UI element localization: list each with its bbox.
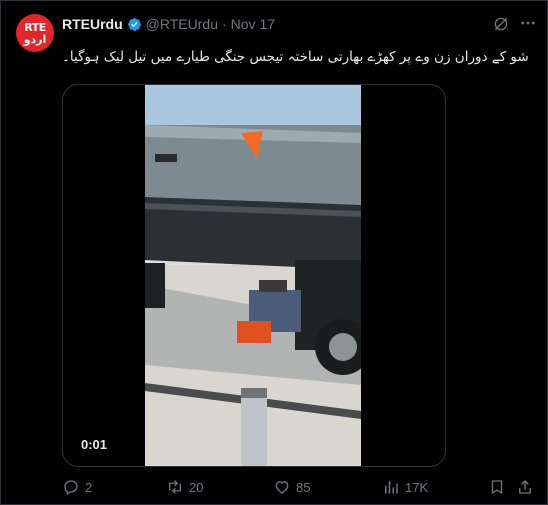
avatar-text-urdu: اردو [23,32,47,46]
verified-badge-icon [127,17,141,31]
tweet-text-content: 2025 دبئی ایئر شو کے دوران زن وے پر کھڑے… [62,49,532,65]
heart-icon [275,481,289,494]
share-button[interactable] [516,476,534,498]
video-player[interactable]: 0:01 [62,84,446,467]
views-count: 17K [405,479,429,495]
avatar[interactable]: RTE اردو [16,14,54,52]
grok-icon[interactable] [492,15,510,33]
video-frame [145,85,361,466]
author-handle[interactable]: @RTEUrdu [146,16,218,32]
avatar-text-rte: RTE [24,20,46,34]
reply-button[interactable]: 2 [62,476,92,498]
separator-dot: · [221,16,227,32]
views-button[interactable]: 17K [382,476,428,498]
tweet-header: RTEUrdu @RTEUrdu · Nov 17 [62,15,275,33]
author-name[interactable]: RTEUrdu [62,16,123,32]
bookmark-button[interactable] [488,476,506,498]
share-icon [519,480,531,494]
tweet-text: 2025 دبئی ایئر شو کے دوران زن وے پر کھڑے… [62,46,532,68]
bookmark-icon [491,480,503,494]
repost-icon [169,480,181,494]
like-button[interactable]: 85 [273,476,310,498]
like-count: 85 [296,479,311,495]
tweet-date[interactable]: Nov 17 [231,16,275,32]
views-icon [385,481,398,494]
repost-button[interactable]: 20 [166,476,203,498]
reply-count: 2 [85,479,93,495]
repost-count: 20 [189,479,204,495]
more-icon[interactable] [519,14,537,32]
tweet-actions: 2 20 85 17K [62,476,540,498]
video-timecode: 0:01 [75,435,114,454]
reply-icon [64,480,78,495]
